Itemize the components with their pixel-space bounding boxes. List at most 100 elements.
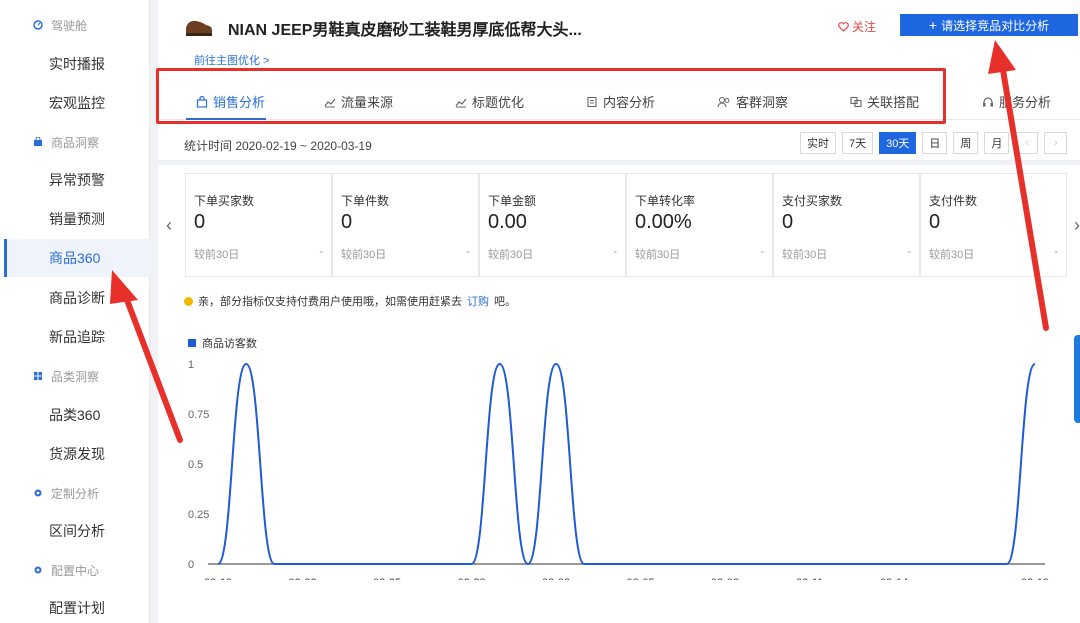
- next-period-button[interactable]: ›: [1044, 132, 1068, 154]
- metric-card: 下单转化率 0.00% 较前30日 -: [626, 173, 773, 277]
- sidebar-section-product: 商品洞察: [0, 123, 150, 161]
- metric-label: 下单件数: [341, 194, 390, 208]
- active-tab-indicator: [186, 118, 266, 120]
- sidebar-item-alert[interactable]: 异常预警: [4, 161, 150, 199]
- series-line-visitors: [217, 362, 1036, 566]
- visitors-chart: 0 0.25 0.5 0.75 1 02-19 02-22 02-25 02-28 03-02 03…: [188, 359, 1049, 580]
- metric-compare: 较前30日 -: [194, 246, 323, 261]
- compare-button[interactable]: + 请选择竞品对比分析: [900, 14, 1078, 36]
- x-tick-label: 03-02: [542, 577, 570, 580]
- prev-period-button[interactable]: ‹: [1015, 132, 1039, 154]
- x-tick-label: 03-08: [711, 577, 739, 580]
- sidebar-section-config: 配置中心: [0, 551, 150, 589]
- x-tick-label: 03-11: [796, 577, 823, 580]
- floating-side-tab[interactable]: [1074, 335, 1080, 423]
- metric-card: 支付件数 0 较前30日 -: [920, 173, 1067, 277]
- metric-compare: 较前30日 -: [782, 246, 911, 261]
- tab-traffic[interactable]: 流量来源: [324, 92, 393, 111]
- x-tick-label: 02-28: [457, 577, 485, 580]
- chevron-right-icon: ›: [1054, 137, 1058, 149]
- metric-compare: 较前30日 -: [929, 246, 1058, 261]
- tab-service[interactable]: 服务分析: [982, 92, 1051, 111]
- range-selector: 实时 7天 30天 日 周 月 ‹ ›: [800, 132, 1068, 154]
- metric-value: 0: [782, 211, 794, 233]
- sidebar-item-macro[interactable]: 宏观监控: [4, 84, 150, 122]
- metric-label: 下单金额: [488, 194, 537, 208]
- range-month-button[interactable]: 月: [984, 132, 1010, 154]
- y-tick-label: 0.75: [188, 409, 209, 421]
- tab-audience[interactable]: 客群洞察: [717, 92, 788, 111]
- legend-swatch: [188, 339, 196, 347]
- sidebar-item-source[interactable]: 货源发现: [4, 435, 150, 473]
- metric-value: 0.00: [488, 211, 527, 233]
- sidebar-section-dashboard: 驾驶舱: [0, 6, 150, 44]
- goto-main-image-link[interactable]: 前往主图优化 >: [194, 52, 269, 68]
- chart-legend: 商品访客数: [188, 335, 257, 351]
- product-thumbnail: [184, 12, 214, 38]
- plus-icon: +: [928, 17, 938, 33]
- sidebar-section-category: 品类洞察: [0, 357, 150, 395]
- bag-icon: [34, 137, 42, 146]
- metric-value: 0.00%: [635, 211, 692, 233]
- metrics-next-arrow[interactable]: ›: [1074, 215, 1080, 236]
- tab-title[interactable]: 标题优化: [455, 92, 524, 111]
- config-icon: [34, 566, 42, 574]
- y-tick-label: 0.25: [188, 509, 209, 521]
- link-icon: [850, 96, 862, 107]
- x-tick-label: 03-19: [1021, 577, 1049, 580]
- sidebar: 驾驶舱 实时播报 宏观监控 商品洞察 异常预警 销量预测 商品360 商品诊断 …: [0, 0, 150, 623]
- x-tick-label: 03-14: [880, 577, 908, 580]
- tab-sales[interactable]: 销售分析: [196, 92, 265, 111]
- bag-icon: [196, 95, 208, 108]
- sidebar-item-forecast[interactable]: 销量预测: [4, 200, 150, 238]
- sidebar-item-realtime[interactable]: 实时播报: [4, 45, 150, 83]
- sidebar-section-custom: 定制分析: [0, 474, 150, 512]
- metric-label: 下单转化率: [635, 194, 696, 208]
- range-day-button[interactable]: 日: [922, 132, 948, 154]
- grid-icon: [34, 372, 42, 380]
- metrics-prev-arrow[interactable]: ‹: [166, 215, 172, 236]
- metric-card: 支付买家数 0 较前30日 -: [773, 173, 920, 277]
- follow-button[interactable]: 关注: [838, 18, 876, 35]
- metric-value: 0: [341, 211, 353, 233]
- sidebar-item-diagnosis[interactable]: 商品诊断: [4, 279, 150, 317]
- legend-label: 商品访客数: [202, 338, 257, 350]
- tab-content[interactable]: 内容分析: [586, 92, 655, 111]
- metric-label: 支付件数: [929, 194, 978, 208]
- metric-card: 下单金额 0.00 较前30日 -: [479, 173, 626, 277]
- x-tick-label: 02-19: [204, 577, 232, 580]
- sidebar-item-range[interactable]: 区间分析: [4, 512, 150, 550]
- content-panel: ‹ › 下单买家数 0 较前30日 - 下单件数 0 较前30日 - 下单金额 0.…: [158, 165, 1080, 623]
- product-title: NIAN JEEP男鞋真皮磨砂工装鞋男厚底低帮大头...: [228, 22, 582, 39]
- x-tick-label: 02-22: [288, 577, 316, 580]
- x-tick-label: 03-05: [627, 577, 655, 580]
- sidebar-item-plan[interactable]: 配置计划: [4, 589, 150, 623]
- y-tick-label: 0: [188, 559, 194, 571]
- gear-icon: [34, 489, 42, 497]
- metric-card: 下单买家数 0 较前30日 -: [185, 173, 332, 277]
- chevron-left-icon: ‹: [1025, 137, 1029, 149]
- x-tick-label: 02-25: [373, 577, 401, 580]
- metric-compare: 较前30日 -: [341, 246, 470, 261]
- metric-compare: 较前30日 -: [635, 246, 764, 261]
- stat-range: 统计时间 2020-02-19 ~ 2020-03-19: [184, 139, 372, 153]
- subscribe-link[interactable]: 订购: [467, 293, 489, 309]
- y-tick-label: 0.5: [188, 459, 203, 471]
- sidebar-item-product360[interactable]: 商品360: [4, 239, 150, 277]
- sidebar-item-newproduct[interactable]: 新品追踪: [4, 318, 150, 356]
- line-chart-icon: [324, 98, 336, 107]
- sidebar-item-category360[interactable]: 品类360: [4, 396, 150, 434]
- range-realtime-button[interactable]: 实时: [800, 132, 836, 154]
- users-icon: [717, 96, 730, 107]
- metric-compare: 较前30日 -: [488, 246, 617, 261]
- headset-icon: [983, 96, 993, 106]
- tab-association[interactable]: 关联搭配: [850, 92, 919, 111]
- metric-value: 0: [929, 211, 941, 233]
- range-7d-button[interactable]: 7天: [842, 132, 874, 154]
- analysis-tabs: 销售分析 流量来源 标题优化 内容分析 客群洞察 关联搭配 服务分析: [158, 78, 1080, 120]
- info-icon: [184, 296, 193, 306]
- range-30d-button[interactable]: 30天: [879, 132, 917, 154]
- metric-label: 下单买家数: [194, 194, 255, 208]
- range-week-button[interactable]: 周: [953, 132, 979, 154]
- metric-label: 支付买家数: [782, 194, 843, 208]
